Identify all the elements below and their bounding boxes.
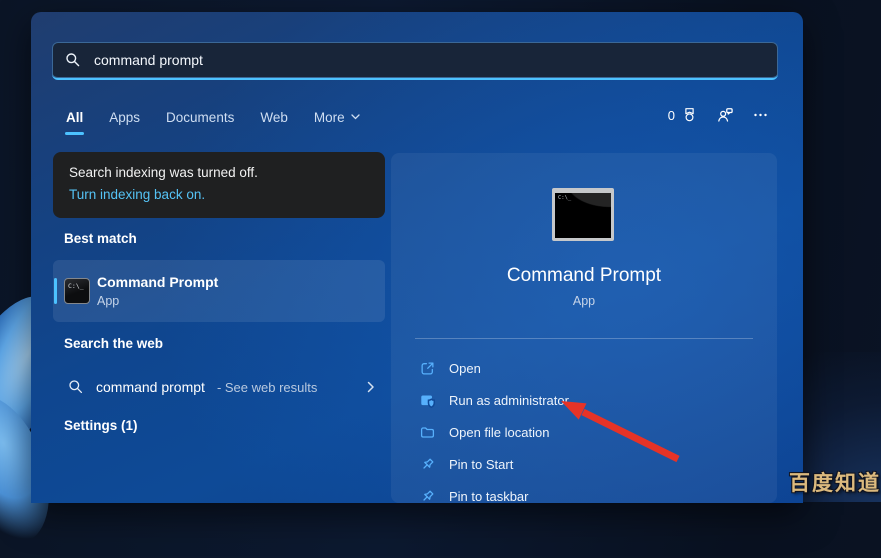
action-list: Open Run as administrator Open file l (391, 352, 777, 503)
action-label: Open (449, 361, 481, 376)
indexing-notice: Search indexing was turned off. Turn ind… (53, 152, 385, 218)
best-match-item[interactable]: C:\_ Command Prompt App (53, 260, 385, 322)
account-feedback-icon (717, 107, 734, 124)
web-result-item[interactable]: command prompt - See web results (53, 368, 385, 406)
pin-to-start-icon (420, 457, 435, 472)
best-match-header: Best match (64, 231, 137, 247)
tab-more[interactable]: More (314, 110, 360, 125)
rewards-button[interactable]: 0 (668, 107, 698, 124)
best-match-title: Command Prompt (97, 274, 218, 291)
tab-all[interactable]: All (66, 110, 83, 125)
turn-indexing-on-link[interactable]: Turn indexing back on. (69, 187, 369, 202)
action-run-as-administrator[interactable]: Run as administrator (391, 384, 777, 416)
action-label: Pin to taskbar (449, 489, 529, 504)
more-options-icon (753, 108, 768, 122)
preview-type: App (391, 294, 777, 308)
tab-apps[interactable]: Apps (109, 110, 140, 125)
rewards-medal-icon (681, 107, 698, 124)
chevron-right-icon[interactable] (367, 381, 375, 393)
web-result-suffix: - See web results (217, 380, 317, 395)
chevron-down-icon (351, 114, 360, 120)
active-tab-indicator (65, 132, 84, 135)
preview-title: Command Prompt (391, 265, 777, 287)
notice-message: Search indexing was turned off. (69, 165, 369, 180)
watermark: 百度知道 (789, 467, 881, 497)
search-web-header: Search the web (64, 336, 163, 352)
search-icon (65, 52, 81, 68)
divider (415, 338, 753, 339)
action-label: Pin to Start (449, 457, 513, 472)
search-box[interactable] (52, 42, 778, 80)
action-label: Run as administrator (449, 393, 569, 408)
rewards-count: 0 (668, 108, 675, 123)
best-match-type: App (97, 294, 218, 308)
tab-documents[interactable]: Documents (166, 110, 234, 125)
pin-to-taskbar-icon (420, 489, 435, 504)
more-options-button[interactable] (753, 108, 768, 122)
action-label: Open file location (449, 425, 549, 440)
account-button[interactable] (717, 107, 734, 124)
tab-web[interactable]: Web (260, 110, 288, 125)
action-open-file-location[interactable]: Open file location (391, 416, 777, 448)
search-flyout-window: All Apps Documents Web More 0 (31, 12, 803, 503)
action-open[interactable]: Open (391, 352, 777, 384)
settings-header: Settings (1) (64, 418, 138, 434)
web-result-query: command prompt (96, 379, 205, 395)
search-tabs: All Apps Documents Web More (66, 104, 360, 130)
command-prompt-app-icon-large: C:\_ (552, 188, 614, 241)
action-pin-to-start[interactable]: Pin to Start (391, 448, 777, 480)
preview-panel: C:\_ Command Prompt App Open (391, 153, 777, 503)
search-input[interactable] (92, 51, 765, 69)
action-pin-to-taskbar[interactable]: Pin to taskbar (391, 480, 777, 503)
search-icon (68, 379, 84, 395)
open-icon (420, 361, 435, 376)
folder-icon (420, 425, 435, 440)
command-prompt-app-icon: C:\_ (64, 278, 90, 304)
run-as-administrator-icon (420, 393, 435, 408)
selection-indicator (54, 278, 57, 304)
